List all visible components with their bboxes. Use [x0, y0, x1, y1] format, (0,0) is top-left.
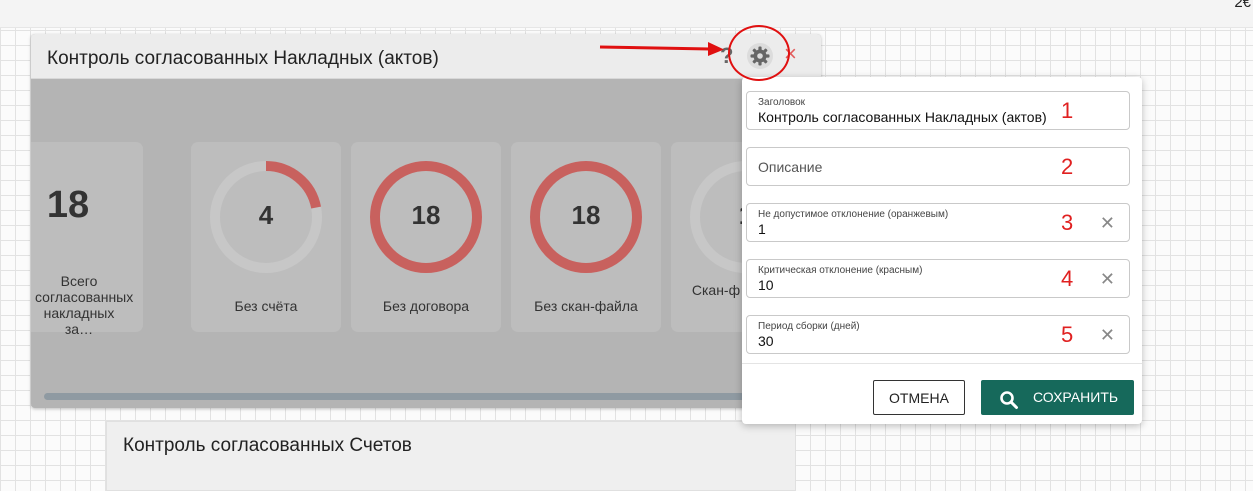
- card-no-invoice[interactable]: 4 Без счёта: [191, 142, 341, 332]
- field-value[interactable]: 10: [758, 277, 774, 293]
- annotation-circle: [728, 25, 790, 81]
- field-placeholder[interactable]: Описание: [758, 159, 822, 175]
- clear-icon[interactable]: ✕: [1100, 269, 1115, 290]
- card-total[interactable]: 18 Всего согласованных накладных за…: [31, 142, 143, 337]
- cancel-button[interactable]: ОТМЕНА: [873, 380, 965, 415]
- annotation-number: 5: [1061, 322, 1074, 347]
- card-value: 18: [571, 200, 601, 230]
- annotation-number: 4: [1061, 266, 1074, 291]
- warning-deviation-field[interactable]: Не допустимое отклонение (оранжевым) 1 3…: [746, 203, 1130, 242]
- card-label: Без счёта: [234, 298, 298, 314]
- divider: [742, 363, 1142, 364]
- field-label: Период сборки (дней): [758, 321, 860, 332]
- clear-icon[interactable]: ✕: [1100, 325, 1115, 346]
- card-label: Без скан-файла: [534, 298, 638, 314]
- annotation-number: 3: [1061, 210, 1074, 235]
- card-no-contract[interactable]: 18 Без договора: [351, 142, 501, 332]
- critical-deviation-field[interactable]: Критическая отклонение (красным) 10 4 ✕: [746, 259, 1130, 298]
- field-label: Не допустимое отклонение (оранжевым): [758, 209, 949, 220]
- card-value: 4: [258, 200, 274, 230]
- period-field[interactable]: Период сборки (дней) 30 5 ✕: [746, 315, 1130, 354]
- description-field[interactable]: Описание 2: [746, 147, 1130, 186]
- search-icon: [999, 388, 1019, 423]
- title-field[interactable]: Заголовок Контроль согласованных Накладн…: [746, 91, 1130, 130]
- card-no-scan[interactable]: 18 Без скан-файла: [511, 142, 661, 332]
- widget-bills: Контроль согласованных Счетов: [106, 421, 796, 491]
- widget-title: Контроль согласованных Счетов: [123, 435, 412, 456]
- widget-title: Контроль согласованных Накладных (актов): [47, 48, 439, 69]
- clear-icon[interactable]: ✕: [1100, 213, 1115, 234]
- save-button[interactable]: СОХРАНИТЬ: [981, 380, 1134, 415]
- annotation-number: 2: [1061, 154, 1074, 179]
- corner-text: 2€: [1234, 0, 1251, 11]
- annotation-arrow-icon: [599, 42, 724, 56]
- widget-invoices: Контроль согласованных Накладных (актов)…: [31, 34, 821, 408]
- card-label: Без договора: [382, 298, 470, 314]
- settings-panel: Заголовок Контроль согласованных Накладн…: [742, 77, 1142, 424]
- field-value[interactable]: Контроль согласованных Накладных (актов): [758, 109, 1047, 125]
- card-value: 18: [46, 184, 90, 226]
- card-label: Всего согласованных накладных за…: [35, 273, 134, 337]
- top-bar: 2€: [0, 0, 1253, 28]
- horizontal-scrollbar[interactable]: [44, 393, 764, 400]
- field-value[interactable]: 30: [758, 333, 774, 349]
- card-value: 18: [411, 200, 441, 230]
- field-label: Заголовок: [758, 97, 806, 108]
- field-value[interactable]: 1: [758, 221, 766, 237]
- save-label: СОХРАНИТЬ: [1033, 389, 1119, 405]
- annotation-number: 1: [1061, 98, 1074, 123]
- field-label: Критическая отклонение (красным): [758, 265, 923, 276]
